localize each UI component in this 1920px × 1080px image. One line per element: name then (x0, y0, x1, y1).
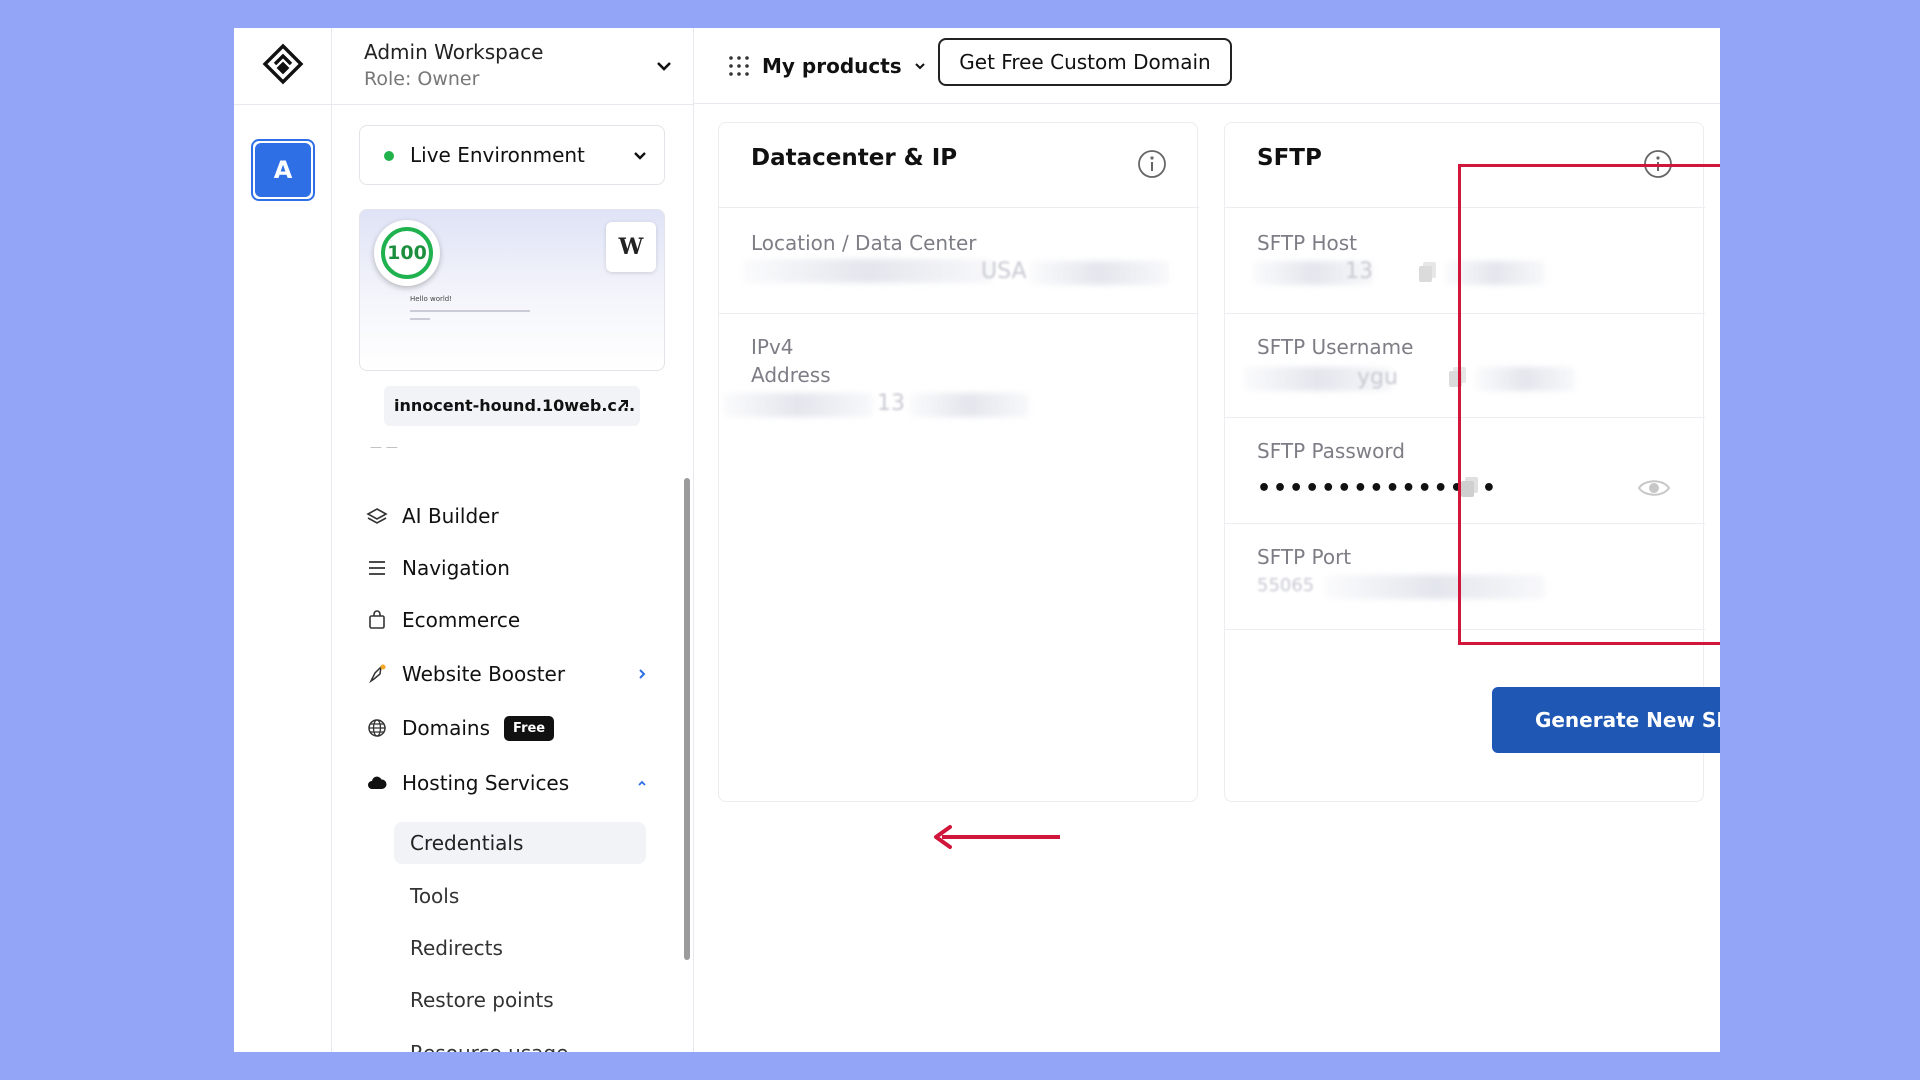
chevron-down-icon (657, 62, 671, 71)
workspace-switcher[interactable]: Admin Workspace Role: Owner (348, 34, 688, 96)
sftp-host-label: SFTP Host (1257, 231, 1358, 255)
workspace-rail: A (234, 28, 332, 1052)
score-value: 100 (381, 227, 433, 279)
location-value-redacted (743, 259, 993, 283)
preview-text-line (410, 318, 430, 320)
external-link-icon (618, 400, 628, 410)
sidebar-scrollbar[interactable] (684, 478, 690, 960)
copy-icon[interactable] (1417, 260, 1439, 284)
preview-text-line (410, 310, 530, 312)
sub-item-tools[interactable]: Tools (394, 875, 646, 917)
sub-item-credentials[interactable]: Credentials (394, 822, 646, 864)
status-dot-icon (384, 151, 394, 161)
card-title: SFTP (1257, 145, 1322, 171)
site-url-text: innocent-hound.10web.c... (394, 396, 636, 415)
chevron-down-icon (914, 63, 925, 70)
sftp-port-label: SFTP Port (1257, 545, 1352, 569)
workspace-avatar[interactable]: A (251, 139, 315, 201)
sub-item-resource-usage[interactable]: Resource usage (394, 1032, 646, 1052)
location-value-partial: USA (981, 259, 1027, 284)
ipv4-value-partial: 13 (877, 391, 905, 416)
datacenter-card: Datacenter & IP Location / Data Center U… (718, 122, 1199, 802)
avatar-letter: A (255, 143, 311, 197)
sftp-username-label: SFTP Username (1257, 335, 1414, 359)
chevron-up-icon (638, 780, 646, 786)
preview-site-title: Hello world! (410, 295, 453, 303)
ipv4-value-redacted (909, 393, 1029, 417)
nav-item-domains[interactable]: Domains Free (366, 708, 656, 748)
my-products-menu[interactable]: My products (728, 48, 928, 84)
nav-label: Website Booster (402, 662, 566, 686)
get-free-domain-button[interactable]: Get Free Custom Domain (938, 38, 1232, 86)
divider (719, 207, 1199, 208)
top-bar: My products Get Free Custom Domain (694, 28, 1720, 104)
location-label: Location / Data Center (751, 231, 977, 255)
nav-item-website-booster[interactable]: Website Booster (366, 654, 656, 694)
ipv4-value-redacted (723, 393, 873, 417)
sidebar-divider (332, 104, 694, 105)
sftp-password-label: SFTP Password (1257, 439, 1405, 463)
site-preview[interactable]: 100 W Hello world! (359, 209, 665, 371)
generate-sftp-password-button[interactable]: Generate New SFTP Password (1492, 687, 1720, 753)
chevron-right-icon (639, 669, 646, 679)
nav-item-navigation[interactable]: Navigation (366, 548, 656, 588)
sftp-host-value-partial: 13 (1345, 259, 1373, 284)
info-icon[interactable] (1137, 149, 1167, 179)
free-badge: Free (504, 715, 555, 741)
nav-item-hosting-services[interactable]: Hosting Services (366, 763, 656, 803)
site-url-link[interactable]: innocent-hound.10web.c... (384, 386, 640, 426)
nav-label: Hosting Services (402, 771, 570, 795)
card-title: Datacenter & IP (751, 145, 958, 171)
shopping-bag-icon (366, 609, 388, 631)
nav-label: Ecommerce (402, 608, 521, 632)
workspace-name: Admin Workspace (364, 40, 544, 64)
performance-score: 100 (374, 220, 440, 286)
menu-icon (366, 557, 388, 579)
ipv4-label-line1: IPv4 (751, 335, 794, 359)
wordpress-icon[interactable]: W (606, 222, 656, 272)
sub-item-restore-points[interactable]: Restore points (394, 979, 646, 1021)
sftp-username-value-partial: ygu (1357, 365, 1398, 390)
location-value-redacted (1029, 261, 1169, 285)
nav-label: Domains (402, 716, 491, 740)
chevron-down-icon (634, 152, 646, 160)
separator-dash: — — (370, 440, 398, 454)
sftp-port-value-partial: 55065 (1257, 575, 1315, 596)
globe-icon (366, 717, 388, 739)
nav-label: AI Builder (402, 504, 499, 528)
layers-icon (366, 505, 388, 527)
my-products-label: My products (762, 54, 902, 78)
nav-item-ai-builder[interactable]: AI Builder (366, 496, 656, 536)
rail-divider (234, 104, 332, 105)
divider (719, 313, 1199, 314)
nav-label: Navigation (402, 556, 510, 580)
sftp-highlight-box (1458, 164, 1720, 645)
rocket-icon (366, 663, 388, 685)
nav-item-ecommerce[interactable]: Ecommerce (366, 600, 656, 640)
cloud-icon (366, 772, 388, 794)
tenweb-logo-icon[interactable] (259, 40, 307, 88)
sidebar: Admin Workspace Role: Owner Live Environ… (332, 28, 694, 1052)
app-window: A Admin Workspace Role: Owner Live Envir… (234, 28, 1720, 1052)
workspace-role: Role: Owner (364, 68, 480, 90)
environment-label: Live Environment (410, 143, 585, 167)
arrow-left-annotation-icon (934, 825, 1060, 849)
ipv4-label-line2: Address (751, 363, 831, 387)
environment-select[interactable]: Live Environment (359, 125, 665, 185)
sub-item-redirects[interactable]: Redirects (394, 927, 646, 969)
apps-grid-icon (729, 56, 749, 76)
